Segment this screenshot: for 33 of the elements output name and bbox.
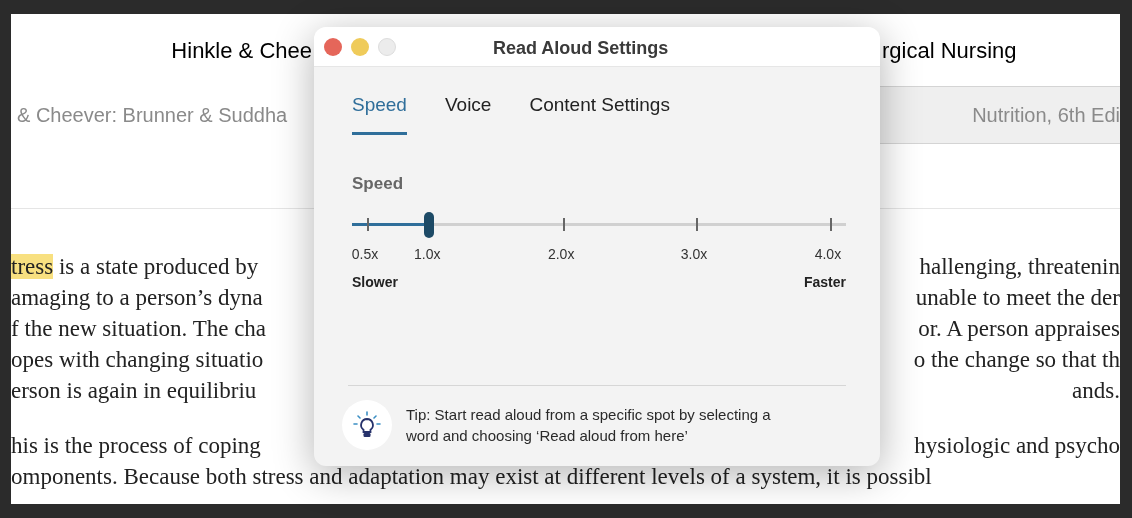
tick-label: 0.5x	[351, 245, 379, 264]
close-button[interactable]	[324, 37, 342, 56]
body-text: amaging to a person’s dyna	[11, 284, 263, 312]
speed-label: Speed	[352, 172, 405, 195]
body-text: unable to meet the der	[915, 284, 1120, 312]
faster-label: Faster	[803, 273, 846, 292]
body-text: hysiologic and psycho	[914, 432, 1120, 460]
slider-track[interactable]	[352, 210, 846, 240]
body-text: o the change so that th	[913, 346, 1120, 374]
tick-label: 4.0x	[814, 245, 842, 264]
body-text: omponents. Because both stress and adaptation may exist at different levels of a system, it is possibl	[11, 464, 932, 489]
body-text: opes with changing situatio	[11, 346, 264, 374]
book-tab[interactable]: Nutrition, 6th Edi	[879, 86, 1120, 144]
body-text: ands.	[1072, 377, 1120, 405]
slower-label: Slower	[352, 273, 398, 292]
body-text: tress is a state produced by	[11, 253, 259, 281]
book-title: Hinkle & Chee	[170, 36, 313, 65]
lightbulb-icon	[342, 400, 392, 450]
tick-label: 2.0x	[547, 245, 575, 264]
settings-tab[interactable]: Voice	[444, 91, 492, 135]
settings-tab[interactable]: Speed	[352, 91, 407, 135]
body-text: erson is again in equilibriu	[11, 377, 257, 405]
settings-tab[interactable]: Content Settings	[529, 91, 670, 135]
book-title: rgical Nursing	[881, 36, 1018, 65]
tip-text: Tip: Start read aloud from a specific spot by selecting a word and choosing ‘Read aloud from here’	[406, 405, 772, 446]
body-text: or. A person appraises	[918, 315, 1120, 343]
slider-thumb[interactable]	[424, 212, 435, 238]
body-text: hallenging, threatenin	[919, 253, 1120, 281]
body-text: f the new situation. The cha	[11, 315, 267, 343]
tick-label: 1.0x	[414, 245, 441, 264]
tick-label: 3.0x	[680, 245, 708, 264]
body-text: his is the process of coping	[11, 432, 261, 460]
window-title: Read Aloud Settings	[493, 37, 669, 60]
